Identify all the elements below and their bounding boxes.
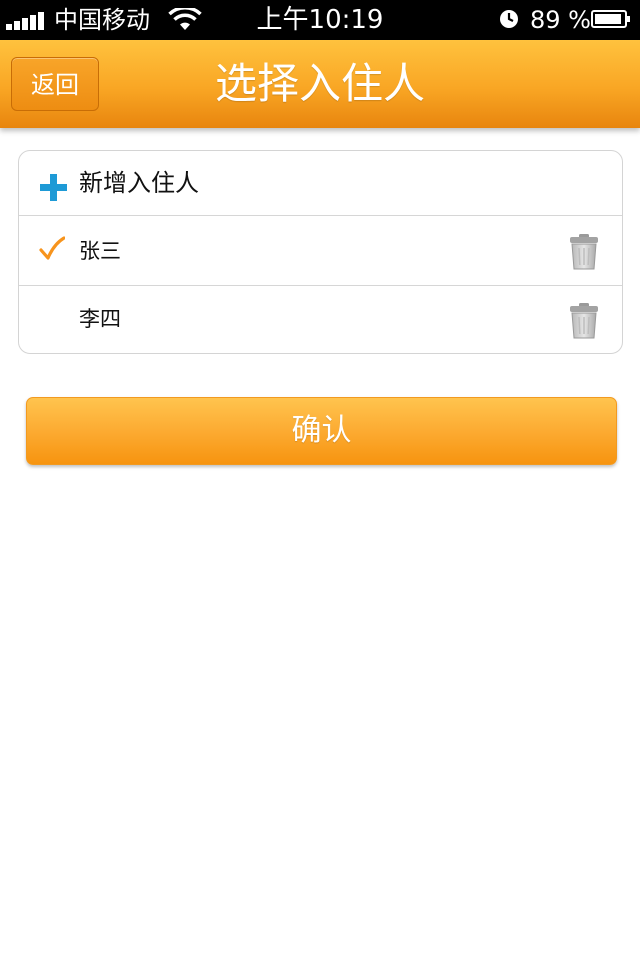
battery-icon xyxy=(591,10,630,28)
status-bar: 中国移动 上午10:19 89 % xyxy=(0,0,640,40)
guest-row[interactable]: 李四 xyxy=(19,286,622,353)
confirm-button[interactable]: 确认 xyxy=(26,397,617,465)
trash-icon[interactable] xyxy=(569,234,599,270)
guest-row[interactable]: 张三 xyxy=(19,216,622,286)
add-guest-label: 新增入住人 xyxy=(79,169,199,197)
guest-list: 新增入住人 张三 李四 xyxy=(18,150,623,354)
alarm-icon xyxy=(500,10,518,28)
battery-percent: 89 % xyxy=(530,6,591,34)
check-icon xyxy=(39,236,65,260)
plus-icon xyxy=(40,174,67,201)
back-button[interactable]: 返回 xyxy=(11,57,99,111)
guest-name: 李四 xyxy=(79,307,121,331)
nav-bar: 选择入住人 返回 xyxy=(0,40,640,128)
screen: 中国移动 上午10:19 89 % 选择入住人 返回 新增入住人 张三 李四 确… xyxy=(0,0,640,960)
trash-icon[interactable] xyxy=(569,303,599,339)
guest-name: 张三 xyxy=(79,239,121,263)
add-guest-row[interactable]: 新增入住人 xyxy=(19,151,622,216)
